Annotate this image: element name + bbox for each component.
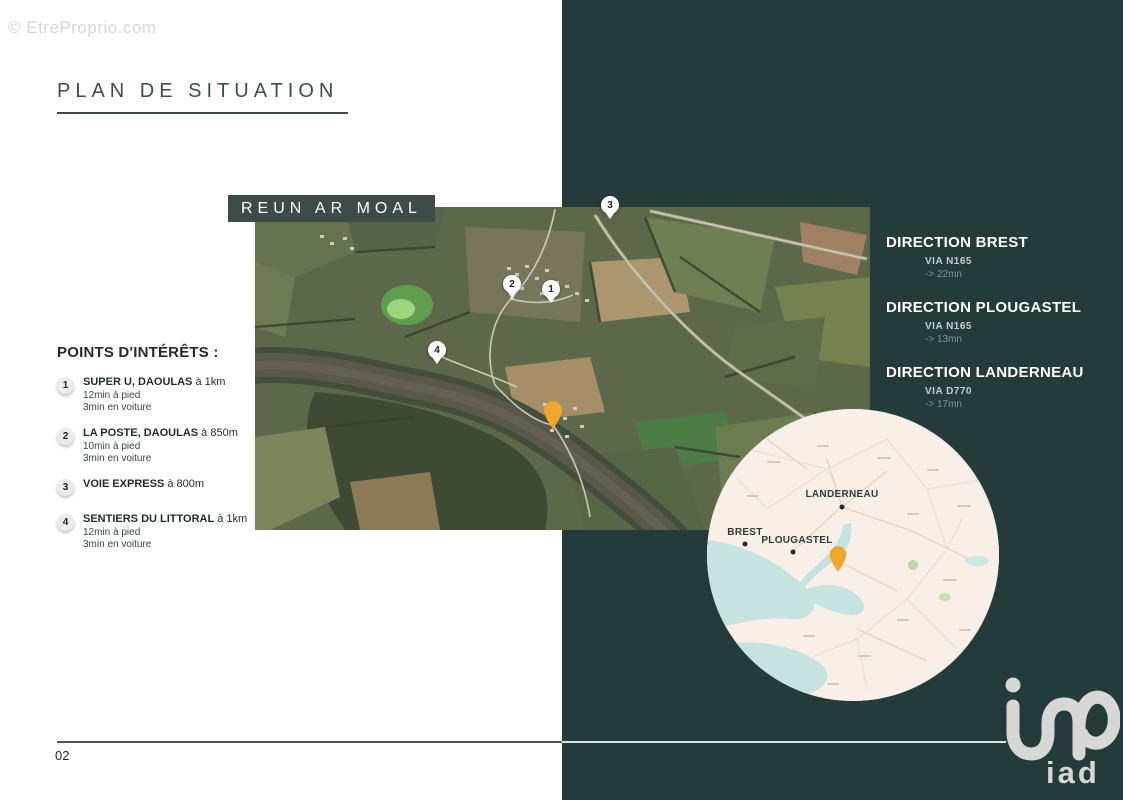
- direction-via: VIA N165: [925, 256, 1121, 267]
- poi-detail: 3min en voiture: [83, 453, 238, 465]
- poi-title: LA POSTE, DAOULAS à 850m: [83, 427, 238, 439]
- map-marker-pin: 2: [503, 275, 521, 298]
- map-marker-pin: 4: [428, 341, 446, 364]
- poi-item: 1 SUPER U, DAOULAS à 1km 12min à pied3min …: [57, 376, 272, 414]
- inset-city-dot: [840, 505, 845, 510]
- inset-city-dot: [791, 550, 796, 555]
- poi-name: VOIE EXPRESS: [83, 478, 164, 490]
- map-marker-tail: [605, 212, 615, 219]
- poi-number-badge: 3: [57, 479, 74, 496]
- poi-item: 4 SENTIERS DU LITTORAL à 1km 12min à pied3…: [57, 513, 272, 551]
- poi-number-badge: 4: [57, 514, 74, 531]
- direction-title: DIRECTION PLOUGASTEL: [886, 299, 1121, 316]
- poi-heading: POINTS D'INTÉRÊTS :: [57, 344, 272, 361]
- poi-title: SENTIERS DU LITTORAL à 1km: [83, 513, 247, 525]
- poi-item: 2 LA POSTE, DAOULAS à 850m 10min à pied3mi…: [57, 427, 272, 465]
- poi-distance: à 1km: [214, 513, 247, 525]
- poi-number-badge: 1: [57, 377, 74, 394]
- poi-distance: à 1km: [192, 376, 225, 388]
- map-marker-tail: [432, 357, 442, 364]
- direction-time: -> 17mn: [925, 399, 1121, 410]
- direction-block: DIRECTION BREST VIA N165 -> 22mn: [886, 234, 1121, 280]
- title-underline: [57, 112, 348, 114]
- region-inset-map: LANDERNEAU BRESTPLOUGASTEL: [707, 409, 999, 701]
- inset-map-image: [707, 409, 999, 701]
- direction-title: DIRECTION LANDERNEAU: [886, 364, 1121, 381]
- direction-via: VIA N165: [925, 321, 1121, 332]
- direction-title: DIRECTION BREST: [886, 234, 1121, 251]
- points-of-interest-section: POINTS D'INTÉRÊTS : 1 SUPER U, DAOULAS à …: [57, 344, 272, 564]
- poi-detail: 3min en voiture: [83, 539, 247, 551]
- map-area-label: REUN AR MOAL: [228, 195, 435, 222]
- footer-rule-light: [562, 741, 1006, 743]
- poi-name: SENTIERS DU LITTORAL: [83, 513, 214, 525]
- poi-detail: 12min à pied: [83, 390, 225, 402]
- poi-detail: 3min en voiture: [83, 402, 225, 414]
- map-marker-tail: [546, 296, 556, 303]
- iad-logo-text: iad: [1046, 755, 1100, 791]
- poi-number-badge: 2: [57, 428, 74, 445]
- page-number: 02: [55, 748, 69, 763]
- footer-rule: [57, 741, 562, 743]
- poi-detail: 12min à pied: [83, 527, 247, 539]
- poi-name: LA POSTE, DAOULAS: [83, 427, 198, 439]
- poi-distance: à 800m: [164, 478, 204, 490]
- poi-name: SUPER U, DAOULAS: [83, 376, 192, 388]
- inset-city-label: LANDERNEAU: [806, 489, 879, 500]
- inset-city-label: PLOUGASTEL: [761, 535, 832, 546]
- poi-detail: 10min à pied: [83, 441, 238, 453]
- brochure-page: © EtreProprio.com PLAN DE SITUATION POIN…: [0, 0, 1123, 800]
- direction-block: DIRECTION LANDERNEAU VIA D770 -> 17mn: [886, 364, 1121, 410]
- poi-item: 3 VOIE EXPRESS à 800m: [57, 478, 272, 496]
- direction-time: -> 13mn: [925, 334, 1121, 345]
- poi-list: 1SUPER U, DAOULAS à 1km12min à pied3min …: [57, 376, 272, 551]
- map-marker-pin: 3: [601, 196, 619, 219]
- poi-title: SUPER U, DAOULAS à 1km: [83, 376, 225, 388]
- iad-logo-icon: [1000, 676, 1120, 766]
- direction-block: DIRECTION PLOUGASTEL VIA N165 -> 13mn: [886, 299, 1121, 345]
- direction-via: VIA D770: [925, 386, 1121, 397]
- map-marker-tail: [507, 291, 517, 298]
- inset-property-pin-icon: [827, 545, 849, 578]
- inset-city-dot: [743, 542, 748, 547]
- poi-distance: à 850m: [198, 427, 238, 439]
- watermark: © EtreProprio.com: [8, 18, 157, 38]
- directions-section: DIRECTION BRESTVIA N165-> 22mnDIRECTION …: [886, 234, 1121, 429]
- poi-text: SUPER U, DAOULAS à 1km 12min à pied3min e…: [83, 376, 225, 414]
- map-marker-pin: 1: [542, 280, 560, 303]
- inset-city-label: BREST: [727, 527, 762, 538]
- poi-text: LA POSTE, DAOULAS à 850m 10min à pied3min…: [83, 427, 238, 465]
- page-title: PLAN DE SITUATION: [57, 80, 338, 103]
- poi-text: SENTIERS DU LITTORAL à 1km 12min à pied3m…: [83, 513, 247, 551]
- poi-title: VOIE EXPRESS à 800m: [83, 478, 204, 490]
- direction-time: -> 22mn: [925, 269, 1121, 280]
- property-pin-icon: [541, 400, 565, 430]
- poi-text: VOIE EXPRESS à 800m: [83, 478, 204, 496]
